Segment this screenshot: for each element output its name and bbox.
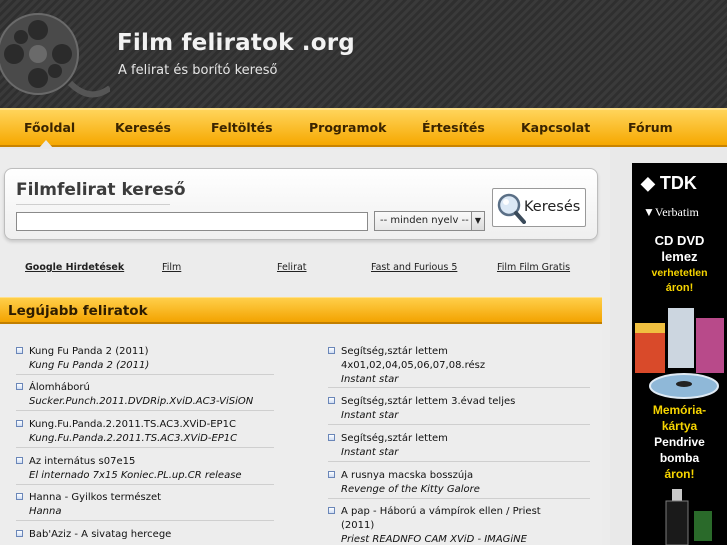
banner-line: lemez bbox=[661, 249, 698, 264]
banner-line: Pendrive bbox=[654, 435, 705, 449]
nav-item-kapcsolat[interactable]: Kapcsolat bbox=[521, 110, 590, 147]
divider bbox=[328, 387, 590, 388]
subtitle-release: Instant star bbox=[341, 410, 399, 421]
subtitle-release: Revenge of the Kitty Galore bbox=[341, 484, 480, 495]
latest-subtitles-header: Legújabb feliratok bbox=[0, 297, 602, 324]
subtitle-release: Kung.Fu.Panda.2.2011.TS.AC3.XViD-EP1C bbox=[29, 433, 238, 444]
language-select-value: -- minden nyelv -- bbox=[380, 215, 469, 226]
subtitle-title-continued: 4x01,02,04,05,06,07,08.rész bbox=[341, 360, 486, 371]
subtitle-title-continued: (2011) bbox=[341, 520, 375, 531]
subtitle-release: Hanna bbox=[29, 506, 62, 517]
banner-line: bomba bbox=[659, 451, 700, 465]
search-button[interactable]: Keresés bbox=[492, 188, 586, 227]
document-icon bbox=[328, 397, 335, 404]
list-item[interactable]: A pap - Háború a vámpírok ellen / Priest… bbox=[328, 505, 588, 545]
document-icon bbox=[328, 471, 335, 478]
film-reel-logo bbox=[0, 13, 110, 98]
site-subtitle: A felirat és borító kereső bbox=[118, 63, 278, 78]
banner-brand-verbatim: ▼Verbatim bbox=[643, 205, 699, 219]
banner-line: áron! bbox=[665, 282, 694, 294]
list-item[interactable]: Álomháború Sucker.Punch.2011.DVDRip.XviD… bbox=[16, 381, 276, 411]
subtitle-release: Sucker.Punch.2011.DVDRip.XviD.AC3-ViSiON bbox=[29, 396, 254, 407]
ad-link-film[interactable]: Film bbox=[162, 262, 181, 273]
banner-line: CD DVD bbox=[654, 233, 705, 248]
magnifier-icon bbox=[497, 193, 526, 224]
document-icon bbox=[328, 434, 335, 441]
list-item[interactable]: Bab'Aziz - A sivatag hercege bbox=[16, 528, 276, 545]
list-item[interactable]: Kung Fu Panda 2 (2011) Kung Fu Panda 2 (… bbox=[16, 345, 276, 375]
subtitle-release: El internado 7x15 Koniec.PL.up.CR releas… bbox=[29, 470, 242, 481]
document-icon bbox=[16, 493, 23, 500]
banner-ad[interactable]: ◆ TDK ▼Verbatim CD DVD lemez verhetetlen… bbox=[632, 163, 727, 545]
divider bbox=[16, 520, 274, 521]
banner-line: áron! bbox=[664, 467, 695, 481]
document-icon bbox=[328, 347, 335, 354]
main-nav: Főoldal Keresés Feltöltés Programok Érte… bbox=[0, 108, 727, 147]
subtitle-title: Segítség,sztár lettem bbox=[341, 346, 448, 357]
language-select[interactable]: -- minden nyelv -- ▼ bbox=[374, 211, 485, 231]
nav-item-programok[interactable]: Programok bbox=[309, 110, 386, 147]
subtitle-release: Kung Fu Panda 2 (2011) bbox=[29, 360, 150, 371]
divider bbox=[328, 424, 590, 425]
list-item[interactable]: Kung.Fu.Panda.2.2011.TS.AC3.XViD-EP1C Ku… bbox=[16, 418, 276, 448]
search-title: Filmfelirat kereső bbox=[16, 180, 186, 200]
document-icon bbox=[16, 383, 23, 390]
ad-link-fast-and-furious[interactable]: Fast and Furious 5 bbox=[371, 262, 457, 273]
list-item[interactable]: Segítség,sztár lettem 4x01,02,04,05,06,0… bbox=[328, 345, 588, 387]
divider bbox=[16, 447, 274, 448]
subtitle-release: Instant star bbox=[341, 447, 399, 458]
divider bbox=[16, 410, 274, 411]
banner-line: kártya bbox=[661, 419, 698, 433]
document-icon bbox=[16, 457, 23, 464]
ad-link-film-film-gratis[interactable]: Film Film Gratis bbox=[497, 262, 570, 273]
subtitle-release: Priest READNFO CAM XViD - IMAGiNE bbox=[341, 534, 527, 545]
document-icon bbox=[16, 347, 23, 354]
divider bbox=[328, 498, 590, 499]
nav-item-ertesites[interactable]: Értesítés bbox=[422, 110, 485, 147]
nav-item-kereses[interactable]: Keresés bbox=[115, 110, 171, 147]
nav-item-feltoltes[interactable]: Feltöltés bbox=[211, 110, 273, 147]
ad-link-felirat[interactable]: Felirat bbox=[277, 262, 307, 273]
banner-line: Memória- bbox=[652, 403, 707, 417]
document-icon bbox=[16, 530, 23, 537]
list-item[interactable]: Segítség,sztár lettem 3.évad teljes Inst… bbox=[328, 395, 588, 425]
media-products-image bbox=[635, 308, 724, 399]
subtitle-title: A rusnya macska bosszúja bbox=[341, 470, 474, 481]
search-title-divider bbox=[16, 204, 170, 205]
search-button-label: Keresés bbox=[524, 199, 581, 215]
banner-line: verhetetlen bbox=[651, 267, 708, 279]
subtitle-title: Bab'Aziz - A sivatag hercege bbox=[29, 529, 172, 540]
active-nav-indicator bbox=[39, 140, 53, 148]
subtitle-title: Kung Fu Panda 2 (2011) bbox=[29, 346, 149, 357]
nav-item-forum[interactable]: Fórum bbox=[628, 110, 673, 147]
list-item[interactable]: Segítség,sztár lettem Instant star bbox=[328, 432, 588, 462]
subtitle-title: Álomháború bbox=[29, 382, 90, 393]
subtitle-release: Instant star bbox=[341, 374, 399, 385]
site-header: Film feliratok .org A felirat és borító … bbox=[0, 0, 727, 108]
subtitle-title: Az internátus s07e15 bbox=[29, 456, 136, 467]
subtitle-title: A pap - Háború a vámpírok ellen / Priest bbox=[341, 506, 541, 517]
list-item[interactable]: Az internátus s07e15 El internado 7x15 K… bbox=[16, 455, 276, 485]
divider bbox=[328, 461, 590, 462]
document-icon bbox=[16, 420, 23, 427]
list-item[interactable]: A rusnya macska bosszúja Revenge of the … bbox=[328, 469, 588, 499]
subtitle-title: Hanna - Gyilkos természet bbox=[29, 492, 162, 503]
site-title[interactable]: Film feliratok .org bbox=[117, 30, 355, 56]
divider bbox=[16, 484, 274, 485]
usb-drive-image bbox=[665, 489, 712, 545]
banner-brand-tdk: ◆ TDK bbox=[641, 173, 697, 193]
divider bbox=[16, 374, 274, 375]
dropdown-arrow-icon[interactable]: ▼ bbox=[471, 212, 484, 230]
ads-label[interactable]: Google Hirdetések bbox=[25, 262, 124, 273]
subtitle-title: Kung.Fu.Panda.2.2011.TS.AC3.XViD-EP1C bbox=[29, 419, 236, 430]
document-icon bbox=[328, 507, 335, 514]
latest-subtitles-title: Legújabb feliratok bbox=[8, 303, 148, 319]
list-item[interactable]: Hanna - Gyilkos természet Hanna bbox=[16, 491, 276, 521]
search-input[interactable] bbox=[16, 212, 368, 231]
subtitle-title: Segítség,sztár lettem 3.évad teljes bbox=[341, 396, 516, 407]
subtitle-title: Segítség,sztár lettem bbox=[341, 433, 448, 444]
